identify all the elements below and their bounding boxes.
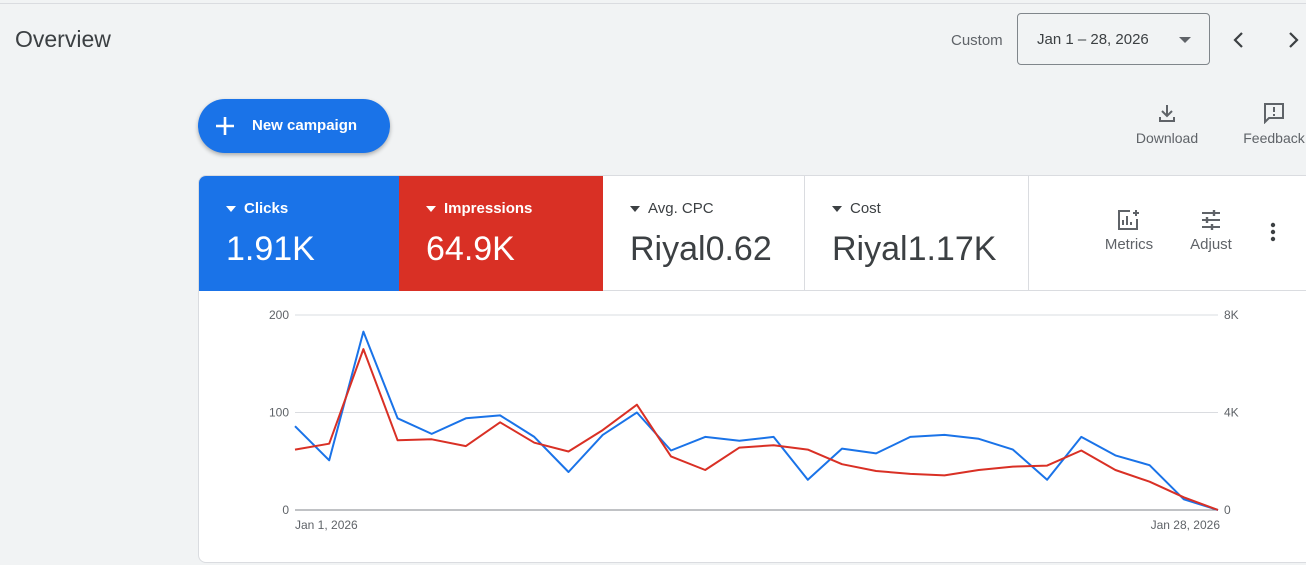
metric-value: 64.9K bbox=[426, 230, 515, 268]
metric-name-text: Impressions bbox=[444, 200, 533, 217]
page-title: Overview bbox=[15, 26, 111, 52]
chevron-left-icon bbox=[1233, 32, 1243, 48]
feedback-button[interactable]: Feedback bbox=[1238, 102, 1306, 146]
metric-name: Clicks bbox=[226, 200, 288, 217]
feedback-label: Feedback bbox=[1243, 130, 1305, 146]
more-vert-icon[interactable] bbox=[1270, 222, 1276, 242]
metric-name: Impressions bbox=[426, 200, 532, 217]
new-campaign-button[interactable]: New campaign bbox=[198, 99, 390, 153]
series-line-clicks bbox=[294, 330, 1219, 511]
performance-card: Clicks 1.91K Impressions 64.9K Avg. CPC … bbox=[198, 175, 1306, 563]
chevron-right-icon bbox=[1289, 32, 1299, 48]
new-campaign-label: New campaign bbox=[252, 117, 358, 134]
adjust-button[interactable]: Adjust bbox=[1181, 208, 1241, 253]
left-axis-tick-label: 100 bbox=[269, 406, 289, 420]
caret-down-icon bbox=[1179, 37, 1191, 43]
metrics-button[interactable]: Metrics bbox=[1099, 208, 1159, 253]
caret-down-icon bbox=[630, 206, 640, 213]
date-range-select[interactable]: Jan 1 – 28, 2026 bbox=[1017, 13, 1210, 65]
metric-value: Riyal0.62 bbox=[630, 230, 772, 268]
tune-icon bbox=[1202, 210, 1220, 230]
metric-name: Cost bbox=[832, 200, 881, 217]
date-range-text: Jan 1 – 28, 2026 bbox=[1037, 31, 1149, 48]
metric-tile-avg-cpc[interactable]: Avg. CPC Riyal0.62 bbox=[603, 176, 805, 291]
previous-period-button[interactable] bbox=[1229, 28, 1249, 52]
metric-name-text: Cost bbox=[850, 200, 881, 217]
left-axis-tick-label: 0 bbox=[282, 503, 289, 517]
download-button[interactable]: Download bbox=[1130, 102, 1204, 146]
x-axis-tick-label: Jan 1, 2026 bbox=[295, 518, 358, 532]
plus-icon bbox=[216, 117, 234, 135]
top-divider bbox=[0, 3, 1306, 4]
download-label: Download bbox=[1135, 130, 1199, 146]
series-line-impressions bbox=[294, 348, 1219, 511]
right-axis-tick-label: 4K bbox=[1224, 406, 1239, 420]
metric-value: Riyal1.17K bbox=[832, 230, 997, 268]
metric-tools: Metrics Adjust bbox=[1029, 176, 1306, 291]
right-axis-tick-label: 0 bbox=[1224, 503, 1231, 517]
metric-tile-cost[interactable]: Cost Riyal1.17K bbox=[805, 176, 1029, 291]
caret-down-icon bbox=[832, 206, 842, 213]
performance-chart: 0 0 100 4K 200 8K Jan 1, 2026 Jan 28, 2026 bbox=[269, 308, 1239, 532]
metric-tile-clicks[interactable]: Clicks 1.91K bbox=[199, 176, 399, 291]
add-chart-icon bbox=[1118, 210, 1139, 230]
next-period-button[interactable] bbox=[1283, 28, 1303, 52]
metric-value: 1.91K bbox=[226, 230, 315, 268]
download-icon bbox=[1159, 105, 1175, 122]
metrics-label: Metrics bbox=[1104, 236, 1154, 253]
metric-tile-impressions[interactable]: Impressions 64.9K bbox=[399, 176, 603, 291]
feedback-icon bbox=[1264, 103, 1284, 124]
metric-name: Avg. CPC bbox=[630, 200, 714, 217]
metric-name-text: Avg. CPC bbox=[648, 200, 714, 217]
metric-name-text: Clicks bbox=[244, 200, 289, 217]
adjust-label: Adjust bbox=[1190, 236, 1232, 253]
x-axis-tick-label: Jan 28, 2026 bbox=[1151, 518, 1221, 532]
right-axis-tick-label: 8K bbox=[1224, 308, 1239, 322]
range-type-label: Custom bbox=[951, 32, 1003, 49]
caret-down-icon bbox=[426, 206, 436, 213]
left-axis-tick-label: 200 bbox=[269, 308, 289, 322]
caret-down-icon bbox=[226, 206, 236, 213]
